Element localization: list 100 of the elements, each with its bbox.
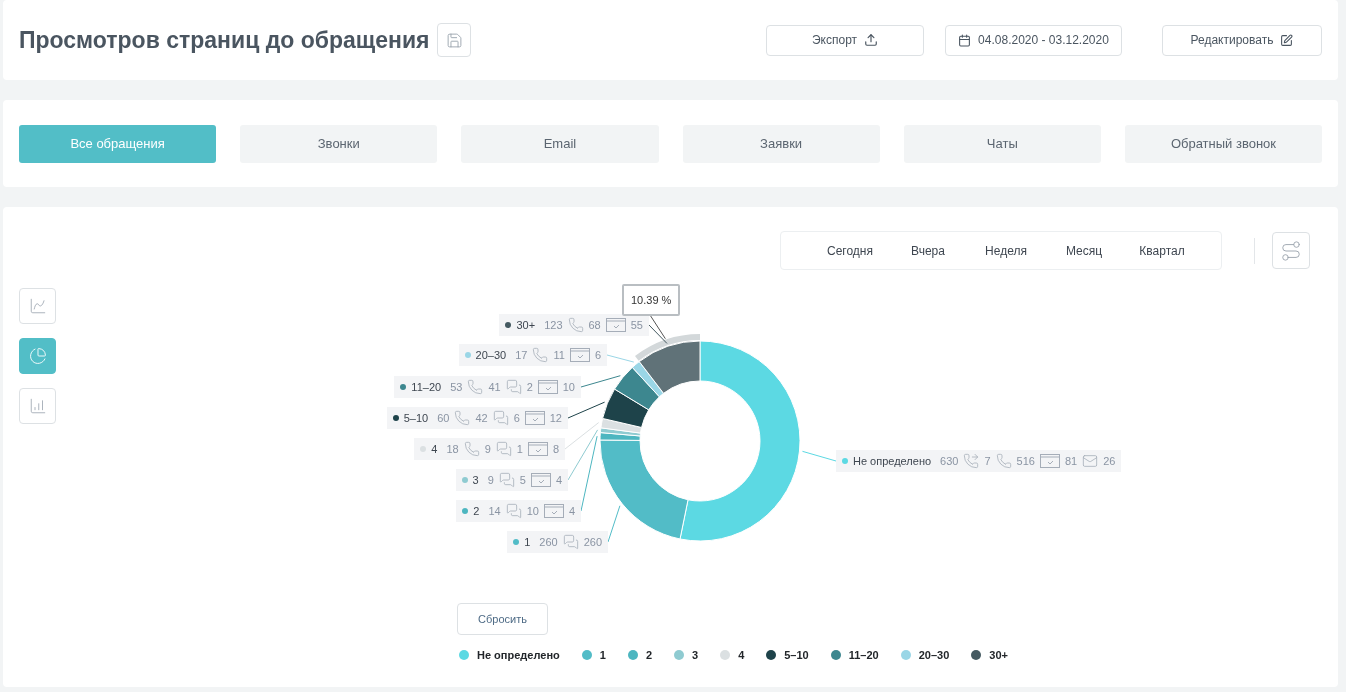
chat-icon (562, 534, 579, 550)
channel-count: 68 (588, 319, 601, 331)
channel-count: 6 (513, 412, 520, 424)
period-option[interactable]: Неделя (967, 239, 1045, 262)
channel-count: 4 (568, 505, 575, 517)
category-name: 1 (524, 536, 531, 548)
leader-line (567, 401, 606, 419)
pencil-square-icon (1280, 33, 1294, 47)
period-option[interactable]: Квартал (1123, 239, 1201, 262)
upload-icon (864, 33, 879, 47)
channel-count: 7 (984, 455, 991, 467)
channel-count: 55 (630, 319, 643, 331)
form-icon (527, 442, 548, 456)
category-total: 53 (450, 381, 463, 393)
chart-mode-button[interactable] (19, 338, 56, 374)
legend-item[interactable]: Не определено (459, 649, 560, 661)
category-name: Не определено (853, 455, 932, 467)
channel-count: 1 (516, 443, 523, 455)
calendar-icon (958, 33, 972, 47)
channel-count: 26 (1103, 455, 1116, 467)
legend-item[interactable]: 3 (674, 649, 699, 661)
channel-count: 10 (562, 381, 575, 393)
phone-icon (995, 453, 1012, 469)
period-option[interactable]: Сегодня (811, 239, 889, 262)
leader-line (607, 505, 621, 543)
channel-count: 41 (488, 381, 501, 393)
percent-tooltip: 10.39 % (622, 284, 681, 316)
channel-count: 5 (519, 474, 526, 486)
export-button[interactable]: Экспорт (766, 24, 924, 56)
legend-item[interactable]: 11–20 (830, 649, 879, 661)
chat-icon (505, 503, 522, 519)
leader-line (606, 354, 635, 363)
edit-button[interactable]: Редактировать (1162, 24, 1322, 56)
channel-count: 8 (552, 443, 559, 455)
phone-icon (467, 379, 484, 395)
donut-slice[interactable] (614, 366, 660, 411)
phone-icon (532, 347, 549, 363)
category-total: 14 (488, 505, 501, 517)
page-title: Просмотров страниц до обращения (19, 26, 430, 54)
reset-button[interactable]: Сбросить (457, 603, 548, 635)
chat-icon (492, 410, 509, 426)
phone-icon (463, 441, 480, 457)
channel-count: 516 (1016, 455, 1035, 467)
category-name: 30+ (516, 319, 536, 331)
route-button[interactable] (1272, 232, 1310, 269)
donut-slice[interactable] (600, 417, 643, 434)
donut-slice[interactable] (602, 388, 650, 428)
period-option[interactable]: Месяц (1045, 239, 1123, 262)
category-total: 9 (487, 474, 494, 486)
tab[interactable]: Звонки (240, 124, 438, 163)
channel-count: 11 (553, 349, 565, 361)
donut-slice[interactable] (638, 340, 701, 394)
category-name: 2 (473, 505, 480, 517)
leader-line (649, 314, 666, 340)
channel-count: 81 (1064, 455, 1078, 467)
tab[interactable]: Заявки (682, 124, 880, 163)
channel-count: 12 (549, 412, 562, 424)
category-name: 3 (472, 474, 479, 486)
form-icon (1039, 454, 1060, 468)
form-icon (605, 318, 626, 332)
form-icon (569, 348, 590, 362)
tab[interactable]: Обратный звонок (1124, 124, 1323, 163)
date-range-button[interactable]: 04.08.2020 - 03.12.2020 (945, 24, 1122, 56)
phone-icon (567, 317, 584, 333)
channel-count: 6 (594, 349, 601, 361)
category-total: 123 (544, 319, 563, 331)
line-chart-icon (28, 297, 47, 315)
tab[interactable]: Чаты (903, 124, 1101, 163)
category-total: 630 (940, 455, 959, 467)
channel-count: 9 (484, 443, 491, 455)
category-total: 60 (437, 412, 450, 424)
chat-icon (505, 379, 522, 395)
legend-item[interactable]: 1 (581, 649, 606, 661)
category-name: 11–20 (411, 381, 442, 393)
chat-icon (498, 472, 515, 488)
pie-chart-icon (28, 347, 47, 365)
channel-count: 42 (475, 412, 488, 424)
channel-count: 260 (583, 536, 602, 548)
channel-count: 4 (555, 474, 562, 486)
save-button[interactable] (437, 23, 472, 57)
tab[interactable]: Email (461, 124, 659, 163)
legend-item[interactable]: 20–30 (900, 649, 950, 661)
period-option[interactable]: Вчера (889, 239, 967, 262)
legend-item[interactable]: 5–10 (766, 649, 809, 661)
category-name: 4 (431, 443, 438, 455)
leader-line (648, 324, 668, 344)
form-icon (537, 380, 558, 394)
leader-line (580, 375, 621, 388)
donut-slice[interactable] (679, 340, 801, 542)
legend-item[interactable]: 2 (627, 649, 652, 661)
legend-item[interactable]: 30+ (971, 649, 1008, 661)
phone-arrow-icon (963, 453, 980, 469)
phone-icon (454, 410, 471, 426)
category-total: 260 (539, 536, 558, 548)
form-icon (543, 504, 564, 518)
form-icon (524, 411, 545, 425)
legend-item[interactable]: 4 (720, 649, 745, 661)
slice-highlight (635, 334, 700, 361)
category-total: 17 (515, 349, 528, 361)
channel-count: 2 (526, 381, 533, 393)
